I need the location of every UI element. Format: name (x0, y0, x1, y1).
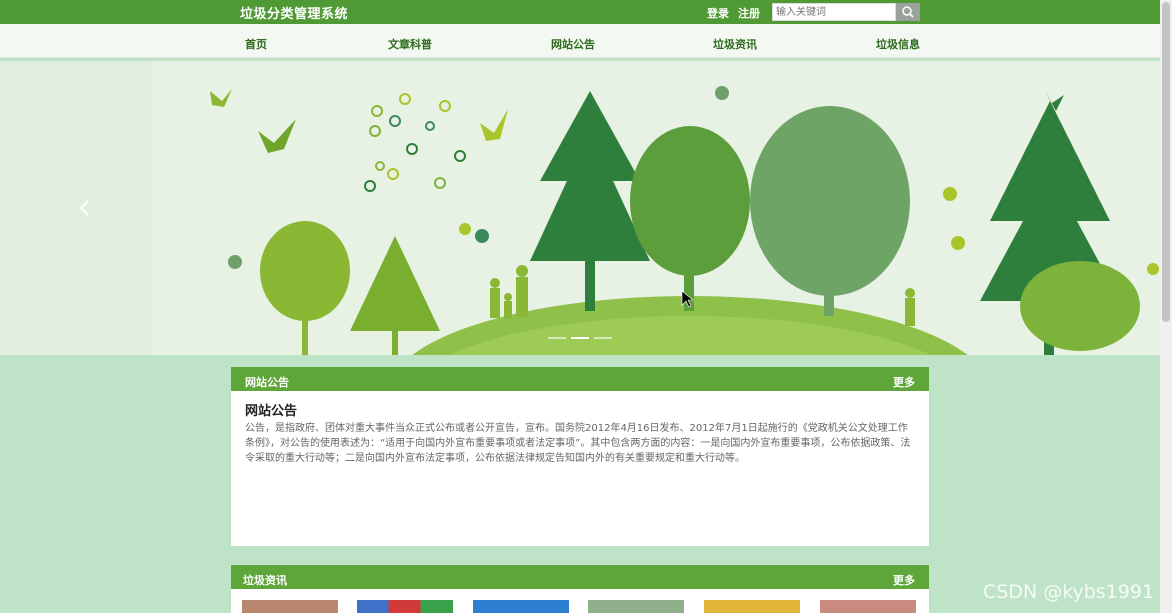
notice-text: 公告，是指政府、团体对重大事件当众正式公布或者公开宣告，宣布。国务院2012年4… (245, 423, 911, 464)
notice-title: 网站公告 (245, 404, 298, 419)
scrollbar-thumb[interactable] (1162, 2, 1170, 322)
news-thumbnail[interactable] (704, 600, 800, 613)
nav-item-announcements[interactable]: 网站公告 (551, 36, 595, 52)
news-panel-header: 垃圾资讯 更多 (231, 565, 929, 589)
search-input[interactable] (772, 3, 896, 21)
search-button[interactable] (896, 3, 920, 21)
nav-item-home[interactable]: 首页 (245, 36, 267, 52)
page-scrollbar[interactable] (1160, 0, 1172, 613)
banner-carousel[interactable] (0, 61, 1160, 355)
site-title: 垃圾分类管理系统 (240, 7, 349, 22)
news-thumbnail[interactable] (357, 600, 453, 613)
news-thumbnail[interactable] (242, 600, 338, 613)
news-panel-title: 垃圾资讯 (243, 574, 287, 587)
nav-item-garbage-info[interactable]: 垃圾信息 (876, 36, 920, 52)
main-nav: 首页 文章科普 网站公告 垃圾资讯 垃圾信息 (0, 24, 1172, 58)
news-panel-body (231, 589, 929, 613)
search-icon (902, 6, 914, 18)
slide-indicator (594, 337, 612, 339)
register-link[interactable]: 注册 (738, 5, 760, 21)
notice-panel-title: 网站公告 (245, 376, 289, 389)
news-thumbnail[interactable] (473, 600, 569, 613)
slide-indicator-active (571, 337, 589, 339)
nav-item-articles[interactable]: 文章科普 (388, 36, 432, 52)
notice-panel-body: 网站公告 公告，是指政府、团体对重大事件当众正式公布或者公开宣告，宣布。国务院2… (231, 391, 929, 546)
login-link[interactable]: 登录 (707, 5, 729, 21)
notice-more-link[interactable]: 更多 (893, 374, 915, 390)
news-more-link[interactable]: 更多 (893, 572, 915, 588)
notice-panel-header: 网站公告 更多 (231, 367, 929, 391)
news-thumbnail[interactable] (820, 600, 916, 613)
slide-indicator (548, 337, 566, 339)
watermark-text: CSDN @kybs1991 (983, 581, 1155, 603)
news-thumbnail[interactable] (588, 600, 684, 613)
nav-item-garbage-news[interactable]: 垃圾资讯 (713, 36, 757, 52)
banner-image (0, 61, 1160, 355)
top-bar: 垃圾分类管理系统 登录 注册 (0, 0, 1172, 24)
